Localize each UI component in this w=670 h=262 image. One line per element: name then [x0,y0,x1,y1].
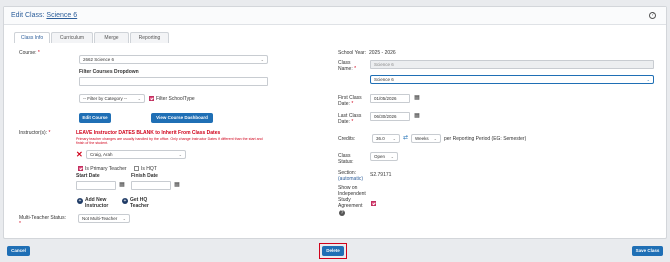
instructors-label: Instructor(s): * [19,130,51,136]
leave-blank-warning: LEAVE Instructor DATES BLANK to Inherit … [76,130,221,136]
cancel-button[interactable]: Cancel [7,246,30,256]
section-label: Section: (automatic) [338,170,364,182]
instructor-select[interactable]: Craig, Arah ⌄ [86,150,186,159]
calendar-icon[interactable]: ▦ [412,112,422,121]
tab-reporting[interactable]: Reporting [130,32,169,43]
chevron-down-icon: ⌄ [122,216,126,221]
finish-date-label: Finish Date [131,173,158,179]
course-select[interactable]: 2662 Science 6 ⌄ [79,55,268,64]
add-new-instructor-link[interactable]: Add New Instructor [85,197,108,209]
title-prefix: Edit Class: [11,12,45,19]
weeks-select[interactable]: Weeks ⌄ [411,134,441,143]
class-name-select[interactable]: Science 6 ⌄ [370,75,654,84]
help-icon[interactable]: ? [649,12,656,19]
primary-teacher-checkbox[interactable] [78,166,83,171]
is-hqt-label: Is HQT [141,166,157,172]
filter-schooltype-checkbox[interactable] [149,96,154,101]
calendar-icon[interactable]: ▦ [172,181,182,190]
start-date-input[interactable] [76,181,116,190]
class-name-label: Class Name: * [338,60,357,72]
show-on-isa-label: Show on Independent Study Agreement [338,185,366,209]
school-year-label: School Year: [338,50,367,56]
save-class-button[interactable]: Save Class [632,246,663,256]
filter-courses-label: Filter Courses Dropdown [79,69,139,75]
edit-course-button[interactable]: Edit Course [79,113,111,123]
chevron-down-icon: ⌄ [137,96,141,101]
section-value: S2.79171 [370,172,392,178]
chevron-down-icon: ⌄ [433,136,437,141]
tab-merge[interactable]: Merge [94,32,129,43]
class-name-link[interactable]: Science 6 [46,12,77,19]
chevron-down-icon: ⌄ [178,152,182,157]
finish-date-input[interactable] [131,181,171,190]
get-hq-teacher-icon[interactable]: + [122,198,128,204]
filter-schooltype-label: Filter SchoolType [156,96,195,102]
course-label: Course: * [19,50,40,56]
page-title: Edit Class: Science 6 [11,12,77,19]
last-class-date-input[interactable]: 06/30/2026 [370,112,410,121]
get-hq-teacher-link[interactable]: Get HQ Teacher [130,197,149,209]
class-name-input[interactable]: Science 6 [370,60,654,69]
tab-class-info[interactable]: Class Info [14,32,50,43]
delete-highlight [319,243,347,259]
tab-curriculum[interactable]: Curriculum [51,32,93,43]
primary-teacher-label: Is Primary Teacher [85,166,127,172]
credits-select[interactable]: 36.0 ⌄ [372,134,400,143]
chevron-down-icon: ⌄ [646,77,650,82]
remove-instructor-icon[interactable]: ✕ [76,151,83,159]
start-date-label: Start Date [76,173,100,179]
chevron-down-icon: ⌄ [390,154,394,159]
school-year-value: 2025 - 2026 [369,50,396,56]
chevron-down-icon: ⌄ [260,57,264,62]
panel-header: Edit Class: Science 6 ? [4,7,666,25]
multi-teacher-select[interactable]: Not Multi-Teacher ⌄ [78,214,130,223]
filter-category-select[interactable]: -- Filter by Category -- ⌄ [79,94,145,103]
is-hqt-checkbox[interactable] [134,166,139,171]
leave-blank-note: Primary teacher changes are usually hand… [76,137,263,145]
per-reporting-period-text: per Reporting Period (EG: Semester) [444,136,527,142]
filter-courses-input[interactable] [79,77,268,86]
chevron-down-icon: ⌄ [392,136,396,141]
first-class-date-label: First Class Date: * [338,95,362,107]
calendar-icon[interactable]: ▦ [412,94,422,103]
class-status-select[interactable]: Open ⌄ [370,152,398,161]
calendar-icon[interactable]: ▦ [117,181,127,190]
show-on-isa-checkbox[interactable] [371,201,376,206]
multi-teacher-label: Multi-Teacher Status: * [19,215,66,227]
info-icon[interactable]: ? [339,210,345,216]
class-status-label: Class Status: [338,153,354,165]
add-instructor-icon[interactable]: + [77,198,83,204]
link-icon[interactable]: ⇄ [403,134,408,141]
credits-label: Credits: [338,136,356,142]
view-course-dashboard-button[interactable]: View Course Dashboard [151,113,213,123]
first-class-date-input[interactable]: 01/05/2026 [370,94,410,103]
top-strip [0,0,670,5]
last-class-date-label: Last Class Date: * [338,113,362,125]
